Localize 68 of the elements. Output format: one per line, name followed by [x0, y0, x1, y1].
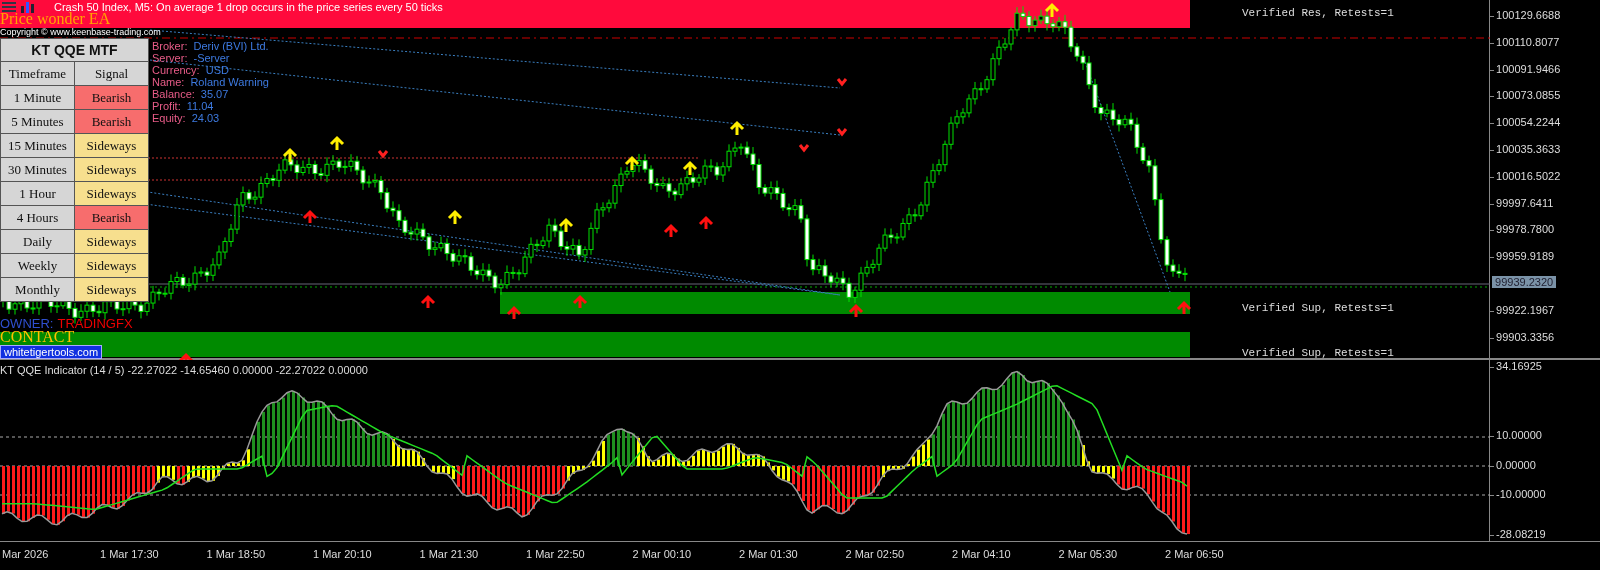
website-link[interactable]: whitetigertools.com	[0, 345, 103, 359]
owner-label: OWNER:	[0, 316, 54, 331]
price-label: 100110.8077	[1490, 35, 1560, 48]
time-label: 2 Mar 02:50	[845, 548, 905, 560]
ea-name: Price wonder EA	[0, 11, 111, 27]
price-label: 100054.2244	[1490, 116, 1561, 129]
price-label: 100129.6688	[1490, 9, 1561, 21]
account-label: Balance:	[152, 88, 195, 100]
account-label: Name:	[152, 76, 185, 88]
time-label: 2 Mar 06:50	[1165, 548, 1224, 560]
signal-cell: Sideways	[74, 157, 148, 181]
price-label: 100073.0855	[1490, 89, 1561, 102]
time-label: 2 Mar 04:10	[952, 548, 1011, 560]
zone-label: Verified Sup, Retests=1	[1242, 347, 1394, 359]
price-label: 99903.3356	[1490, 330, 1555, 343]
account-label: Equity:	[152, 112, 186, 124]
price-label: 99978.7800	[1490, 223, 1555, 236]
account-value: USD	[205, 64, 229, 76]
signal-cell: Sideways	[74, 181, 148, 205]
menu-icon[interactable]	[2, 1, 16, 13]
account-value: 24.03	[191, 112, 220, 124]
indicator-axis-label: -10.00000	[1490, 488, 1546, 500]
zone-label: Verified Res, Retests=1	[1242, 7, 1394, 19]
account-value: 35.07	[200, 88, 229, 100]
price-label: 100091.9466	[1490, 62, 1561, 75]
current-price-label: 99939.2320	[1492, 276, 1557, 288]
indicator-axis-label: -28.08219	[1490, 528, 1546, 540]
zone-label: Verified Sup, Retests=1	[1242, 302, 1394, 314]
indicator-axis-label: 34.16925	[1490, 360, 1542, 372]
signal-cell: Sideways	[74, 229, 148, 253]
time-label: 2 Mar 05:30	[1058, 548, 1118, 560]
column-header: Signal	[74, 61, 148, 85]
signal-cell: Sideways	[74, 253, 148, 277]
time-label: 1 Mar 22:50	[526, 548, 585, 560]
signal-cell: Sideways	[74, 133, 148, 157]
price-label: 100016.5022	[1490, 169, 1561, 182]
account-value: -Server	[193, 52, 230, 64]
indicator-label: KT QQE Indicator (14 / 5) -22.27022 -14.65460 0.00000 -22.27022 0.00000	[0, 364, 368, 376]
bar-chart-icon[interactable]	[20, 1, 36, 13]
price-label: 99959.9189	[1490, 250, 1555, 263]
account-label: Server:	[152, 52, 188, 64]
time-label: 2 Mar 01:30	[739, 548, 798, 560]
account-label: Profit:	[152, 100, 181, 112]
time-label: 1 Mar 17:30	[100, 548, 159, 560]
chart-title: Crash 50 Index, M5: On average 1 drop occurs in the price series every 50 ticks	[54, 1, 443, 13]
indicator-axis-label: 10.00000	[1490, 429, 1542, 441]
account-label: Currency:	[152, 64, 200, 76]
price-label: 99997.6411	[1490, 196, 1554, 209]
contact-label: CONTACT	[0, 329, 75, 345]
account-value: Roland Warning	[190, 76, 269, 88]
owner-name: TRADINGFX	[57, 316, 133, 331]
copyright-text: Copyright © www.keenbase-trading.com	[0, 27, 161, 37]
time-label: 1 Mar 20:10	[313, 548, 372, 560]
time-label: 1 Mar 18:50	[206, 548, 266, 560]
time-label: 1 Mar 21:30	[419, 548, 479, 560]
account-value: Deriv (BVI) Ltd.	[193, 40, 269, 52]
table-title: KT QQE MTF	[30, 41, 119, 60]
signal-cell: Bearish	[74, 85, 148, 109]
account-value: 11.04	[186, 100, 214, 112]
indicator-axis-label: 0.00000	[1490, 459, 1536, 471]
signal-cell: Sideways	[74, 277, 148, 301]
signal-cell: Bearish	[74, 205, 148, 229]
account-label: Broker:	[152, 40, 188, 52]
signal-cell: Bearish	[74, 109, 148, 133]
price-label: 99922.1967	[1490, 304, 1555, 316]
price-label: 100035.3633	[1490, 143, 1561, 155]
time-label: 2 Mar 00:10	[632, 548, 692, 560]
time-label: Mar 2026	[2, 548, 49, 560]
